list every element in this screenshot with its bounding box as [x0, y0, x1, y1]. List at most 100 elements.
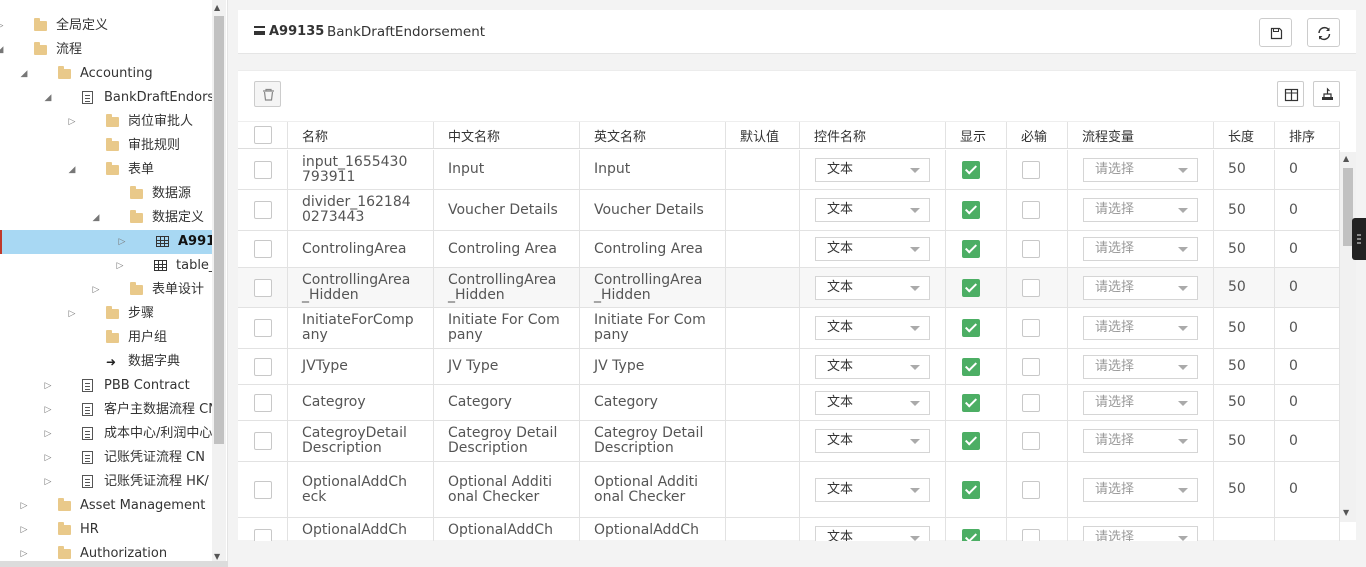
refresh-button[interactable]	[1307, 18, 1340, 47]
english-name-cell[interactable]: Initiate For Company	[580, 308, 726, 348]
table-scrollbar[interactable]: ▲ ▼	[1340, 152, 1356, 522]
required-checkbox[interactable]	[1022, 480, 1040, 499]
show-checkbox[interactable]	[962, 201, 980, 219]
column-header[interactable]: 必输	[1007, 122, 1068, 148]
control-type-select[interactable]: 文本	[815, 316, 930, 340]
tree-item[interactable]: ➜ 数据字典	[0, 350, 212, 374]
scroll-up-arrow-icon[interactable]: ▲	[1343, 154, 1349, 163]
tree-item[interactable]: ▷ 全局定义	[0, 14, 212, 38]
row-checkbox[interactable]	[254, 432, 272, 450]
chinese-name-cell[interactable]: Categroy Detail Description	[434, 421, 580, 461]
tree-item[interactable]: ▷ A99135	[0, 230, 212, 254]
field-name-cell[interactable]: CategroyDetailDescription	[288, 421, 434, 461]
row-checkbox[interactable]	[254, 278, 272, 297]
show-checkbox[interactable]	[962, 160, 980, 179]
chinese-name-cell[interactable]: JV Type	[434, 349, 580, 384]
table-row[interactable]: JVType JV Type JV Type 文本 请选择 50 0	[238, 349, 1340, 385]
default-value-cell[interactable]	[726, 421, 800, 461]
tree-item[interactable]: ▷ table_	[0, 254, 212, 278]
length-cell[interactable]: 50	[1214, 268, 1275, 307]
row-checkbox[interactable]	[254, 393, 272, 412]
field-name-cell[interactable]: OptionalAddCheck	[288, 462, 434, 517]
select-all-checkbox[interactable]	[254, 126, 272, 144]
expand-arrow-icon[interactable]: ▷	[42, 446, 54, 470]
collapse-arrow-icon[interactable]: ◢	[90, 206, 102, 230]
expand-arrow-icon[interactable]: ▷	[116, 230, 128, 254]
column-header[interactable]: 控件名称	[800, 122, 946, 148]
table-row[interactable]: ControlingArea Controling Area Controling …	[238, 231, 1340, 268]
required-checkbox[interactable]	[1022, 432, 1040, 450]
control-type-select[interactable]: 文本	[815, 237, 930, 261]
chinese-name-cell[interactable]: OptionalAddChec	[434, 518, 580, 541]
english-name-cell[interactable]: Categroy Detail Description	[580, 421, 726, 461]
length-cell[interactable]: 50	[1214, 150, 1275, 189]
tree-item[interactable]: ▷ 步骤	[0, 302, 212, 326]
expand-arrow-icon[interactable]: ▷	[42, 422, 54, 446]
column-header[interactable]: 默认值	[726, 122, 800, 148]
length-cell[interactable]: 50	[1214, 385, 1275, 420]
expand-arrow-icon[interactable]: ▷	[90, 278, 102, 302]
show-checkbox[interactable]	[962, 432, 980, 450]
row-checkbox[interactable]	[254, 357, 272, 376]
length-cell[interactable]: 50	[1214, 349, 1275, 384]
expand-arrow-icon[interactable]: ▷	[114, 254, 126, 278]
table-row[interactable]: InitiateForCompany Initiate For Company In…	[238, 308, 1340, 349]
order-cell[interactable]: 0	[1275, 349, 1340, 384]
flow-variable-select[interactable]: 请选择	[1083, 477, 1198, 502]
expand-arrow-icon[interactable]: ▷	[42, 470, 54, 494]
tree-item[interactable]: ▷ Asset Management	[0, 494, 212, 518]
control-type-select[interactable]: 文本	[815, 275, 930, 300]
control-type-select[interactable]: 文本	[815, 390, 930, 415]
scroll-down-arrow-icon[interactable]: ▼	[214, 552, 220, 561]
chinese-name-cell[interactable]: Initiate For Company	[434, 308, 580, 348]
field-name-cell[interactable]: input_1655430793911	[288, 150, 434, 189]
tree-item[interactable]: ▷ 客户主数据流程 CN	[0, 398, 212, 422]
show-checkbox[interactable]	[962, 357, 980, 376]
english-name-cell[interactable]: Voucher Details	[580, 190, 726, 230]
collapse-arrow-icon[interactable]: ◢	[66, 158, 78, 182]
show-checkbox[interactable]	[962, 528, 980, 541]
default-value-cell[interactable]	[726, 349, 800, 384]
expand-arrow-icon[interactable]: ▷	[66, 110, 78, 134]
export-button[interactable]	[1313, 81, 1340, 107]
required-checkbox[interactable]	[1022, 319, 1040, 337]
chinese-name-cell[interactable]: Optional Additional Checker	[434, 462, 580, 517]
tree-item[interactable]: 数据源	[0, 182, 212, 206]
expand-arrow-icon[interactable]: ▷	[42, 398, 54, 422]
flow-variable-select[interactable]: 请选择	[1083, 275, 1198, 300]
tree-item[interactable]: ▷ 成本中心/利润中心	[0, 422, 212, 446]
scroll-up-arrow-icon[interactable]: ▲	[214, 3, 220, 12]
default-value-cell[interactable]	[726, 190, 800, 230]
tree-item[interactable]: ▷ 记账凭证流程 HK/	[0, 470, 212, 494]
required-checkbox[interactable]	[1022, 240, 1040, 258]
save-button[interactable]	[1259, 18, 1292, 47]
field-name-cell[interactable]: ControllingArea_Hidden	[288, 268, 434, 307]
control-type-select[interactable]: 文本	[815, 525, 930, 541]
order-cell[interactable]: 0	[1275, 231, 1340, 267]
column-header[interactable]: 排序	[1275, 122, 1340, 148]
tree-item[interactable]: 用户组	[0, 326, 212, 350]
field-name-cell[interactable]: ControlingArea	[288, 231, 434, 267]
field-name-cell[interactable]: InitiateForCompany	[288, 308, 434, 348]
order-cell[interactable]	[1275, 518, 1340, 541]
control-type-select[interactable]: 文本	[815, 477, 930, 502]
collapse-arrow-icon[interactable]: ◢	[42, 86, 54, 110]
tree-scrollbar[interactable]: ▲ ▼	[212, 0, 226, 567]
flow-variable-select[interactable]: 请选择	[1083, 525, 1198, 541]
chinese-name-cell[interactable]: Controling Area	[434, 231, 580, 267]
tree-item[interactable]: ▷ 记账凭证流程 CN	[0, 446, 212, 470]
collapse-arrow-icon[interactable]: ◢	[0, 38, 6, 62]
length-cell[interactable]: 50	[1214, 421, 1275, 461]
tree-item[interactable]: ◢ 表单	[0, 158, 212, 182]
length-cell[interactable]	[1214, 518, 1275, 541]
column-header[interactable]: 英文名称	[580, 122, 726, 148]
field-name-cell[interactable]: JVType	[288, 349, 434, 384]
flow-variable-select[interactable]: 请选择	[1083, 198, 1198, 222]
expand-arrow-icon[interactable]: ▷	[18, 494, 30, 518]
tree-item[interactable]: ◢ Accounting	[0, 62, 212, 86]
row-checkbox[interactable]	[254, 160, 272, 179]
expand-arrow-icon[interactable]: ▷	[66, 302, 78, 326]
table-row[interactable]: OptionalAddChec OptionalAddChec OptionalAd…	[238, 518, 1340, 541]
show-checkbox[interactable]	[962, 240, 980, 258]
table-row[interactable]: OptionalAddCheck Optional Additional Chec…	[238, 462, 1340, 518]
